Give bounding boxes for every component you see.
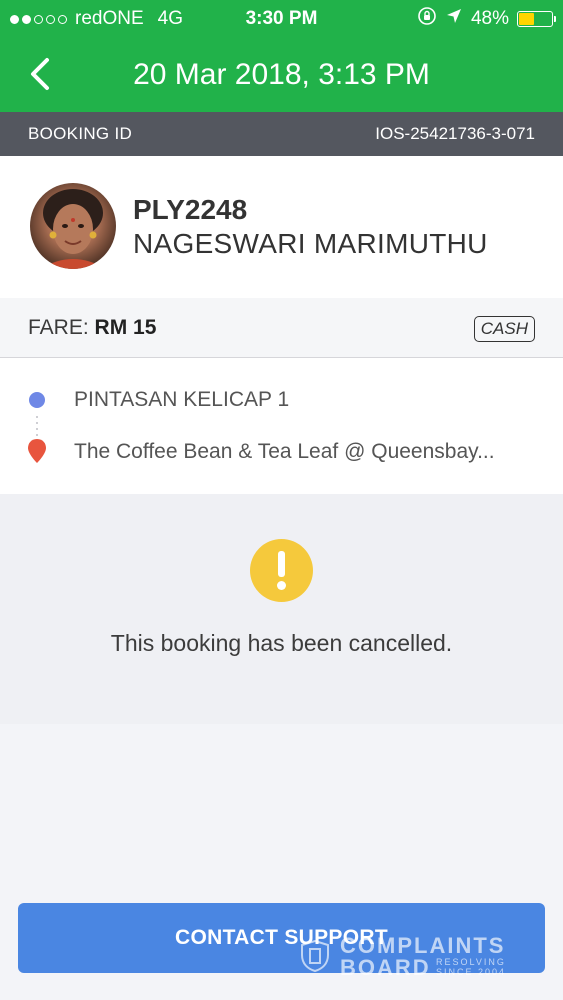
- warning-icon: [250, 539, 313, 602]
- vehicle-plate: PLY2248: [133, 194, 248, 225]
- pickup-location: PINTASAN KELICAP 1: [74, 388, 290, 411]
- fare-text: FARE: RM 15: [28, 298, 156, 358]
- battery-level: [519, 13, 534, 25]
- driver-info: PLY2248 NAGESWARI MARIMUTHU: [0, 156, 563, 298]
- driver-avatar: [30, 183, 116, 269]
- dropoff-location: The Coffee Bean & Tea Leaf @ Queensbay..…: [74, 440, 495, 463]
- pickup-dot-icon: [29, 392, 45, 408]
- dropoff-pin-icon: [26, 438, 48, 469]
- location-arrow-icon: [445, 7, 463, 31]
- payment-method-badge: CASH: [473, 316, 535, 342]
- fare-amount: RM 15: [94, 316, 157, 339]
- rotation-lock-icon: [417, 6, 437, 32]
- fare-row: FARE: RM 15 CASH: [0, 298, 563, 358]
- booking-id-bar: BOOKING ID IOS-25421736-3-071: [0, 112, 563, 156]
- status-bar-right: 48%: [417, 0, 556, 38]
- contact-support-button[interactable]: CONTACT SUPPORT: [18, 903, 545, 973]
- cancel-message: This booking has been cancelled.: [110, 630, 453, 656]
- nav-bar: 20 Mar 2018, 3:13 PM: [0, 38, 563, 112]
- driver-name: NAGESWARI MARIMUTHU: [133, 228, 488, 259]
- page-title: 20 Mar 2018, 3:13 PM: [133, 58, 430, 91]
- booking-status: This booking has been cancelled.: [0, 494, 563, 724]
- fare-label: FARE:: [28, 316, 89, 339]
- route-connector: [36, 416, 38, 436]
- battery-percent: 48%: [470, 8, 509, 29]
- status-bar: redONE 4G 3:30 PM 48%: [0, 0, 563, 38]
- booking-id-label: BOOKING ID: [28, 124, 133, 143]
- booking-id-value: IOS-25421736-3-071: [375, 124, 535, 143]
- battery-icon: [517, 11, 556, 27]
- route-info: PINTASAN KELICAP 1 The Coffee Bean & Tea…: [0, 358, 563, 494]
